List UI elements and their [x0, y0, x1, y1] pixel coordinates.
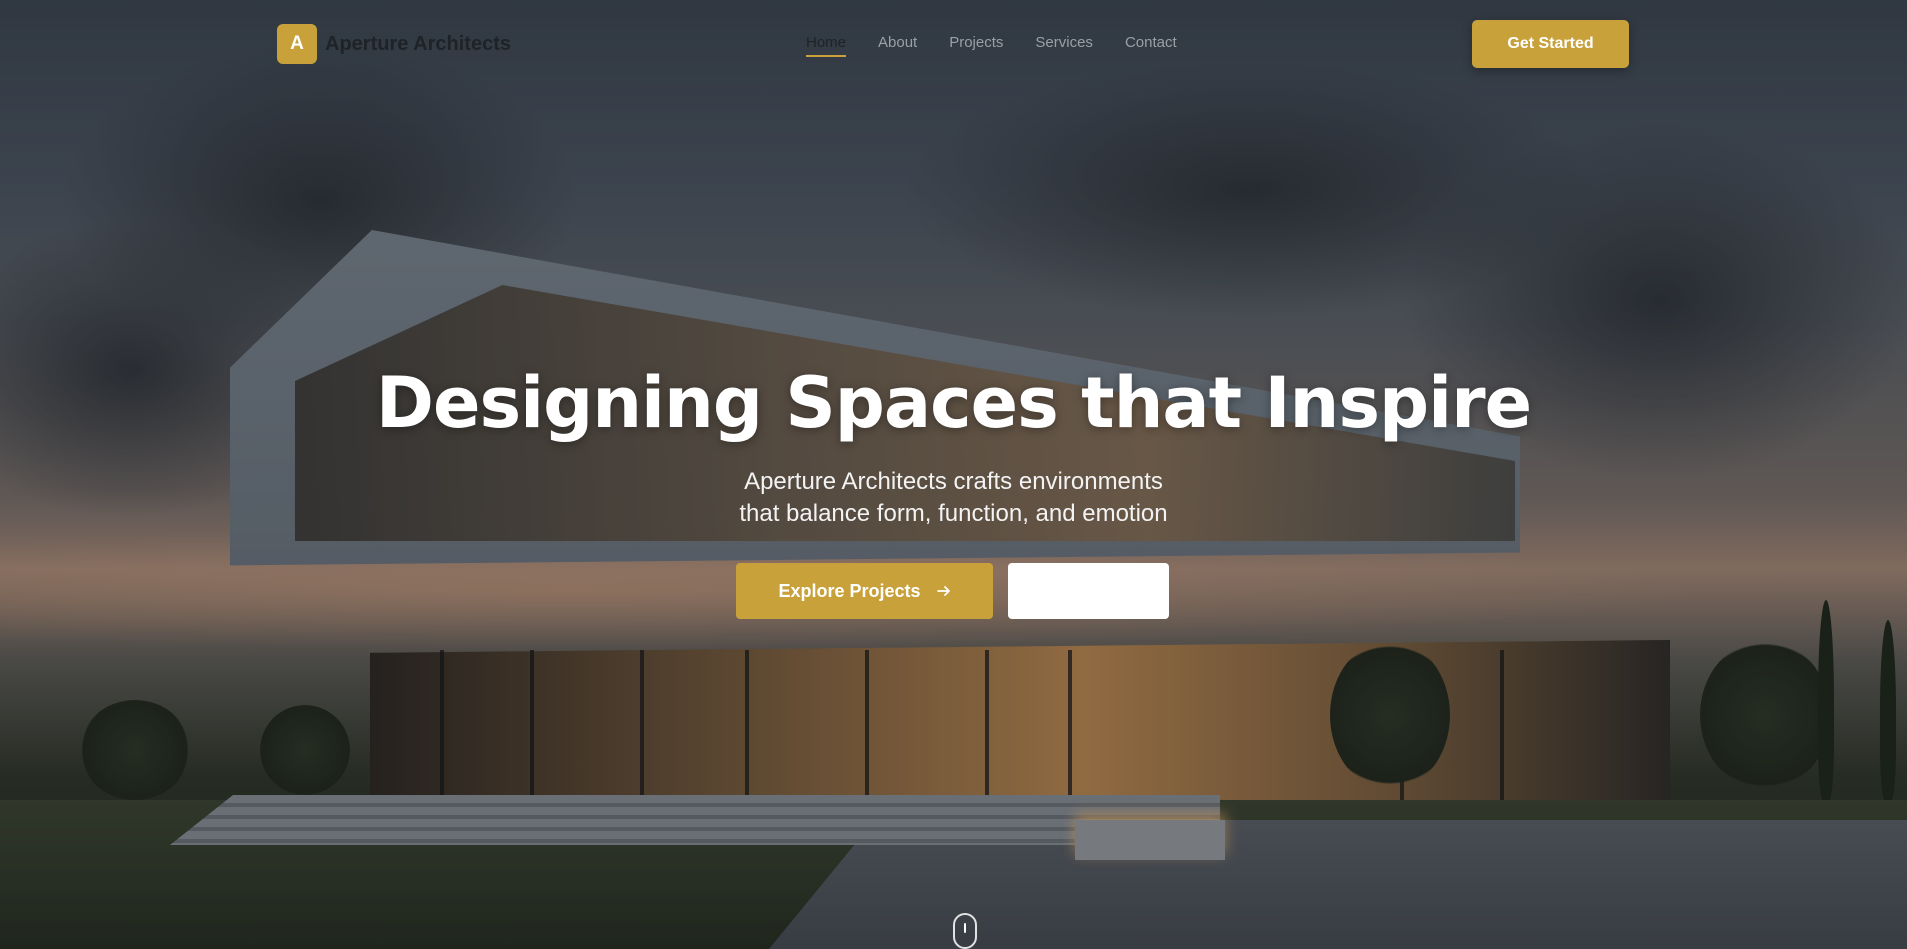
brand-logo[interactable]: A Aperture Architects: [277, 24, 511, 64]
brand-name: Aperture Architects: [325, 32, 511, 55]
nav-link-contact[interactable]: Contact: [1125, 34, 1177, 57]
hero-subtitle: Aperture Architects crafts environments …: [0, 466, 1907, 530]
hero-subtitle-line1: Aperture Architects crafts environments: [744, 468, 1163, 495]
hero-headline: Designing Spaces that Inspire: [375, 362, 1532, 444]
nav-link-home[interactable]: Home: [806, 34, 847, 57]
hero-subtitle-line2: that balance form, function, and emotion: [739, 500, 1168, 527]
nav-links: Home About Projects Services Contact: [806, 34, 1177, 57]
explore-projects-button[interactable]: Explore Projects: [736, 563, 993, 619]
logo-badge: A: [277, 24, 317, 64]
secondary-hero-button[interactable]: [1008, 563, 1169, 619]
top-navigation: A Aperture Architects Home About Project…: [0, 0, 1907, 88]
mouse-scroll-icon[interactable]: [953, 913, 977, 949]
scroll-wheel-dot: [964, 923, 966, 933]
arrow-right-icon: [936, 586, 950, 596]
nav-link-projects[interactable]: Projects: [949, 34, 1003, 57]
nav-link-services[interactable]: Services: [1035, 34, 1093, 57]
nav-link-about[interactable]: About: [878, 34, 917, 57]
get-started-button[interactable]: Get Started: [1472, 20, 1629, 68]
explore-projects-label: Explore Projects: [778, 580, 921, 601]
